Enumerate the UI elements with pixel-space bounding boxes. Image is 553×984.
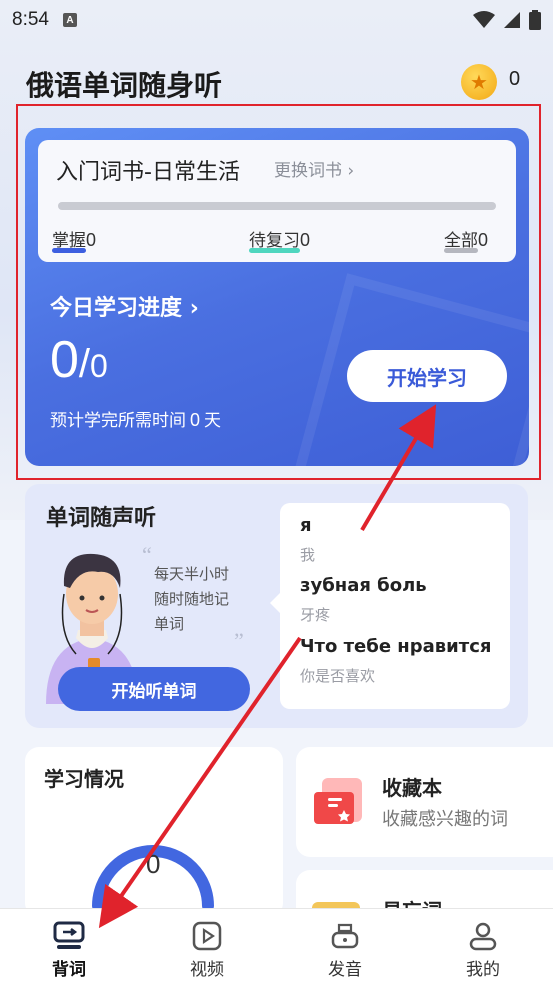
- slogan-line-3: 单词: [154, 615, 185, 633]
- signal-icon: [504, 12, 520, 28]
- notification-a-icon: A: [62, 13, 77, 27]
- wifi-icon: [473, 11, 495, 28]
- quote-close-icon: ”: [234, 628, 244, 653]
- word-1: я: [300, 515, 312, 536]
- tab-words-label: 背词: [52, 960, 86, 980]
- slogan-line-2: 随时随地记: [154, 590, 230, 608]
- start-listening-button[interactable]: 开始听单词: [58, 667, 250, 711]
- quote-open-icon: “: [142, 542, 152, 567]
- tab-pronunciation[interactable]: 发音: [276, 909, 414, 984]
- tab-pronunciation-label: 发音: [328, 960, 362, 980]
- highlight-box: [16, 104, 541, 480]
- listen-title: 单词随声听: [46, 506, 157, 531]
- meaning-1: 我: [300, 546, 316, 564]
- word-2: зубная боль: [300, 575, 427, 596]
- tab-words[interactable]: 背词: [0, 909, 138, 984]
- bottom-tab-bar: 背词 视频 发音 我的: [0, 908, 553, 984]
- speaker-icon: [331, 923, 359, 949]
- study-gauge-value: 0: [146, 849, 161, 879]
- favorites-icon: [314, 778, 362, 824]
- study-status-title: 学习情况: [44, 767, 124, 791]
- favorites-title: 收藏本: [382, 776, 442, 800]
- tab-profile[interactable]: 我的: [414, 909, 552, 984]
- tab-video[interactable]: 视频: [138, 909, 276, 984]
- word-3: Что тебе нравится: [300, 636, 492, 657]
- profile-icon: [469, 922, 497, 951]
- app-title: 俄语单词随身听: [26, 69, 223, 102]
- status-time: 8:54: [12, 9, 49, 30]
- coin-star-icon[interactable]: ★: [461, 64, 497, 100]
- tab-profile-label: 我的: [466, 960, 500, 980]
- meaning-2: 牙疼: [300, 606, 331, 624]
- video-play-icon: [192, 921, 222, 951]
- tab-video-label: 视频: [190, 960, 224, 980]
- status-bar: 8:54 A: [0, 0, 553, 40]
- favorites-subtitle: 收藏感兴趣的词: [382, 809, 508, 830]
- monitor-chat-icon: [53, 921, 85, 949]
- coin-count: 0: [509, 68, 521, 90]
- slogan-line-1: 每天半小时: [154, 565, 230, 583]
- battery-icon: [529, 10, 541, 30]
- meaning-3: 你是否喜欢: [300, 667, 376, 685]
- listen-slogan: 每天半小时 随时随地记 单词: [154, 562, 229, 637]
